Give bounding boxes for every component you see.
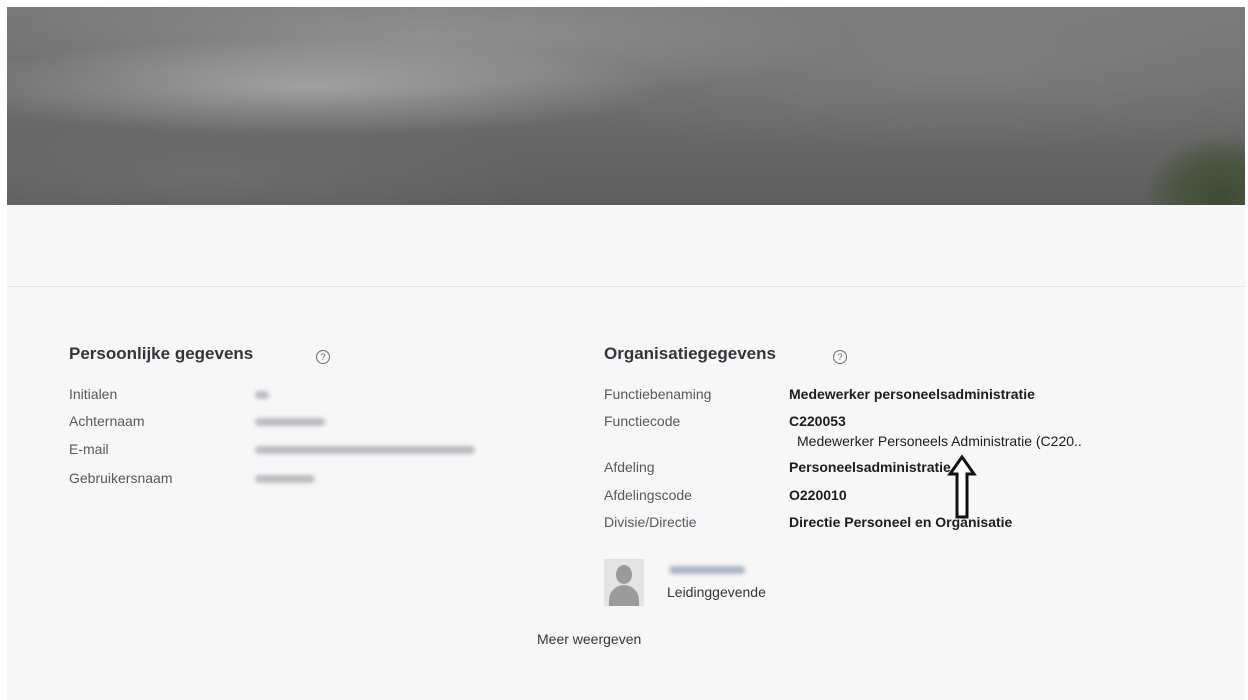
lastname-label: Achternaam <box>69 413 145 429</box>
avatar-head <box>616 565 632 584</box>
function-code-label: Functiecode <box>604 413 681 429</box>
function-name-value: Medewerker personeelsadministratie <box>789 386 1035 402</box>
department-code-label: Afdelingscode <box>604 487 692 503</box>
personal-section-title: Persoonlijke gegevens <box>69 344 254 363</box>
cover-hill <box>1145 135 1245 205</box>
show-more-link[interactable]: Meer weergeven <box>537 631 641 647</box>
email-value-blurred <box>255 446 475 454</box>
avatar-body <box>609 585 639 606</box>
function-code-description: Medewerker Personeels Administratie (C22… <box>797 433 1082 449</box>
department-value: Personeelsadministratie <box>789 459 951 475</box>
function-code-value: C220053 <box>789 413 846 429</box>
help-icon[interactable]: ? <box>316 350 330 364</box>
manager-name-blurred[interactable] <box>669 566 745 574</box>
avatar[interactable] <box>604 559 644 606</box>
lastname-value-blurred <box>255 418 325 426</box>
function-name-label: Functiebenaming <box>604 386 712 402</box>
division-value: Directie Personeel en Organisatie <box>789 514 1013 530</box>
help-icon[interactable]: ? <box>833 350 847 364</box>
division-label: Divisie/Directie <box>604 514 697 530</box>
username-label: Gebruikersnaam <box>69 470 173 486</box>
initials-value-blurred <box>255 391 269 399</box>
initials-label: Initialen <box>69 386 118 402</box>
header-divider <box>7 286 1245 287</box>
up-arrow-icon <box>947 454 977 519</box>
email-label: E-mail <box>69 441 109 457</box>
organisation-section-title: Organisatiegegevens <box>604 344 776 363</box>
profile-page: Persoonlijke gegevens ? Initialen Achter… <box>7 7 1245 700</box>
username-value-blurred <box>255 475 315 483</box>
department-label: Afdeling <box>604 459 655 475</box>
manager-role: Leidinggevende <box>667 584 766 600</box>
cover-image <box>7 7 1245 205</box>
department-code-value: O220010 <box>789 487 847 503</box>
